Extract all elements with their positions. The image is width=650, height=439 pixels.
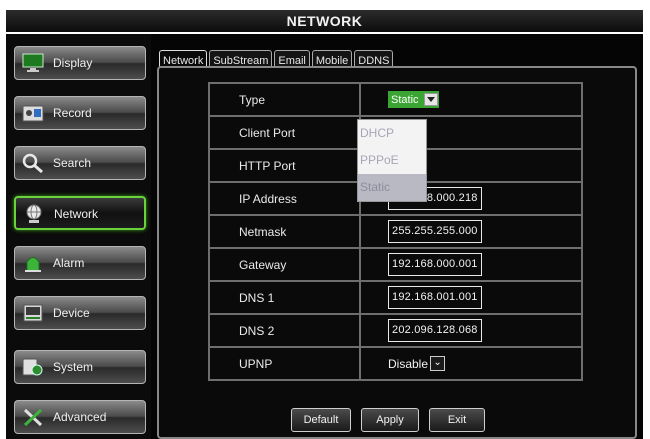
upnp-label: UPNP — [208, 346, 361, 381]
dns2-cell: 202.096.128.068 — [359, 313, 583, 348]
gateway-cell: 192.168.000.001 — [359, 247, 583, 282]
main-area: Network SubStream Email Mobile DDNS Type… — [151, 34, 643, 439]
upnp-cell: Disable ⌄ — [359, 346, 583, 381]
apply-button[interactable]: Apply — [361, 408, 419, 432]
table-row: Type Static — [208, 82, 583, 117]
type-option-pppoe[interactable]: PPPoE — [358, 147, 426, 174]
sidebar-item-alarm[interactable]: Alarm — [14, 246, 146, 280]
sidebar-item-label: Device — [53, 306, 90, 320]
netmask-field[interactable]: 255.255.255.000 — [388, 220, 482, 243]
sidebar-item-advanced[interactable]: Advanced — [14, 400, 146, 434]
dns1-label: DNS 1 — [208, 280, 361, 315]
sidebar-item-label: Alarm — [53, 256, 85, 270]
sidebar-item-label: Search — [53, 156, 92, 170]
http-port-label: HTTP Port — [208, 148, 361, 183]
table-row: DNS 1 192.168.001.001 — [208, 280, 583, 315]
chevron-down-icon[interactable]: ⌄ — [430, 356, 446, 371]
dvr-window: NETWORK Display Record Search Network Al… — [0, 0, 650, 439]
gateway-field[interactable]: 192.168.000.001 — [388, 253, 482, 276]
type-select-value: Static — [391, 93, 419, 106]
dns2-label: DNS 2 — [208, 313, 361, 348]
device-disk-icon — [23, 304, 43, 322]
sidebar-item-display[interactable]: Display — [14, 46, 146, 80]
sidebar-item-label: Display — [53, 56, 93, 70]
ip-address-label: IP Address — [208, 181, 361, 216]
table-row: Gateway 192.168.000.001 — [208, 247, 583, 282]
sidebar-item-label: Advanced — [53, 410, 107, 424]
sidebar-item-label: System — [53, 360, 94, 374]
chevron-down-icon[interactable] — [423, 93, 438, 106]
sidebar-item-label: Network — [54, 207, 99, 221]
type-dropdown-list: DHCP PPPoE Static — [357, 119, 427, 202]
exit-button[interactable]: Exit — [429, 408, 485, 432]
dns2-field[interactable]: 202.096.128.068 — [388, 319, 482, 342]
sidebar-item-label: Record — [53, 106, 92, 120]
sidebar-item-record[interactable]: Record — [14, 96, 146, 130]
table-row: DNS 2 202.096.128.068 — [208, 313, 583, 348]
globe-network-icon — [26, 204, 42, 223]
default-button[interactable]: Default — [291, 408, 351, 432]
tools-icon — [23, 408, 43, 427]
monitor-icon — [22, 53, 44, 72]
dns1-cell: 192.168.001.001 — [359, 280, 583, 315]
type-option-dhcp[interactable]: DHCP — [358, 120, 426, 147]
table-row: UPNP Disable ⌄ — [208, 346, 583, 381]
sidebar-item-search[interactable]: Search — [14, 146, 146, 180]
table-row: Netmask 255.255.255.000 — [208, 214, 583, 249]
upnp-select[interactable]: Disable ⌄ — [388, 356, 446, 371]
type-cell: Static — [359, 82, 583, 117]
dns1-field[interactable]: 192.168.001.001 — [388, 286, 482, 309]
magnifier-icon — [22, 153, 43, 173]
alarm-siren-icon — [25, 257, 41, 272]
button-row: Default Apply Exit — [291, 408, 485, 432]
sidebar-item-device[interactable]: Device — [14, 296, 146, 330]
sidebar-item-network[interactable]: Network — [14, 196, 146, 230]
record-camera-icon — [22, 105, 44, 122]
netmask-label: Netmask — [208, 214, 361, 249]
system-settings-icon — [22, 358, 43, 376]
gateway-label: Gateway — [208, 247, 361, 282]
type-label: Type — [208, 82, 361, 117]
sidebar: Display Record Search Network Alarm Devi… — [6, 34, 151, 439]
upnp-select-value: Disable — [388, 356, 429, 371]
sidebar-item-system[interactable]: System — [14, 350, 146, 384]
window-title: NETWORK — [6, 10, 643, 32]
netmask-cell: 255.255.255.000 — [359, 214, 583, 249]
type-option-static[interactable]: Static — [358, 174, 426, 201]
type-select[interactable]: Static — [388, 91, 439, 108]
client-port-label: Client Port — [208, 115, 361, 150]
